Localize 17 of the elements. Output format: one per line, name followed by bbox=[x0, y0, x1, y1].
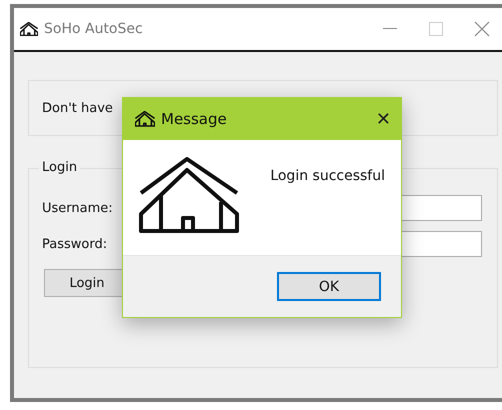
house-icon bbox=[139, 156, 239, 236]
signup-text: Don't have bbox=[42, 101, 113, 116]
message-text: Login successful bbox=[270, 168, 385, 186]
house-icon bbox=[20, 22, 38, 36]
ok-button[interactable]: OK bbox=[277, 272, 381, 301]
dialog-title: Message bbox=[161, 110, 228, 128]
house-icon bbox=[135, 111, 155, 127]
minimize-icon[interactable] bbox=[383, 28, 397, 30]
window-title: SoHo AutoSec bbox=[44, 21, 144, 37]
field-label: Username: bbox=[42, 200, 114, 216]
field-label: Password: bbox=[42, 236, 108, 252]
input-field[interactable] bbox=[400, 195, 482, 221]
close-icon[interactable] bbox=[474, 21, 490, 37]
group-title: Login bbox=[39, 160, 80, 175]
close-button[interactable]: ✕ bbox=[376, 108, 391, 130]
maximize-icon[interactable] bbox=[429, 22, 443, 36]
input-field[interactable] bbox=[400, 231, 482, 257]
